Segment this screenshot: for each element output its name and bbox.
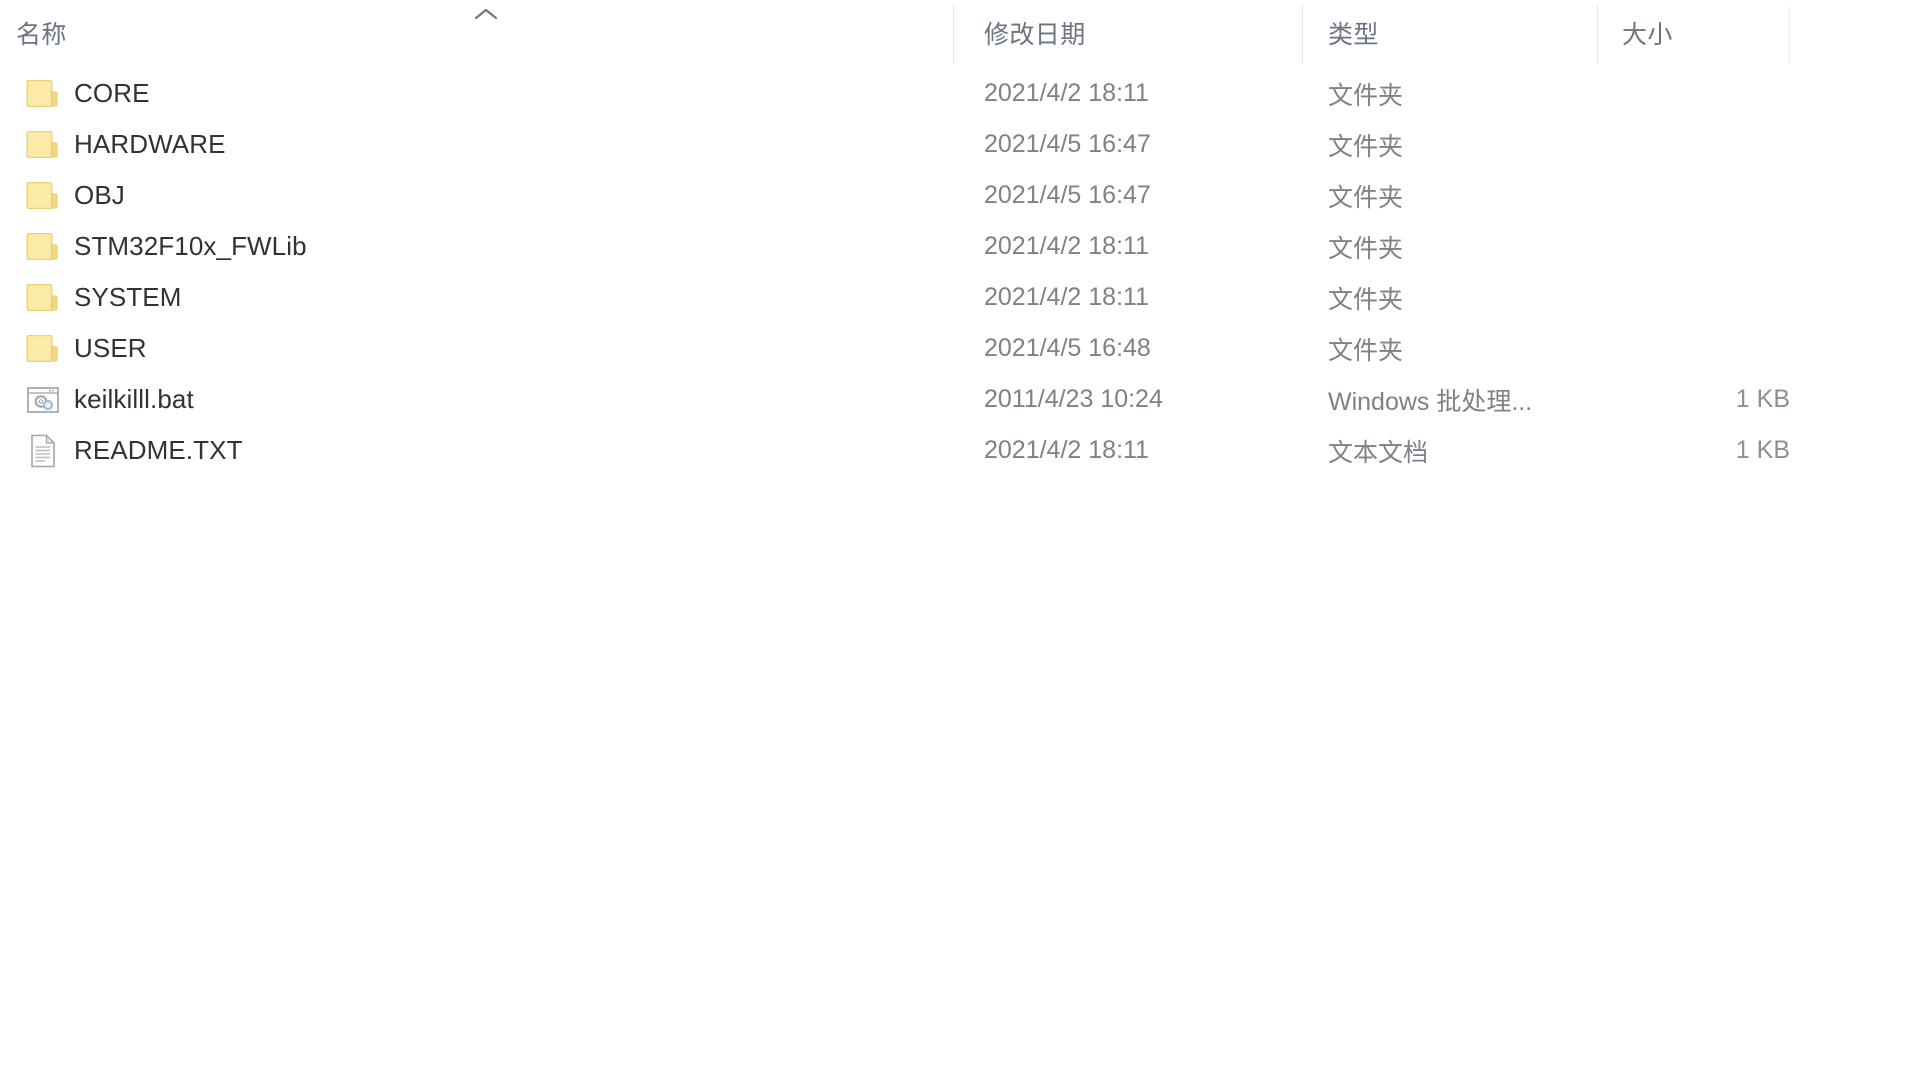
file-date-modified-cell: 2021/4/2 18:11 [984,283,1149,311]
file-row[interactable]: STM32F10x_FWLib 2021/4/2 18:11 文件夹 [0,221,1916,272]
file-name-label: keilkilll.bat [74,384,194,414]
file-size-cell: 1 KB [1735,436,1790,464]
column-header-type[interactable]: 类型 [1328,0,1578,65]
file-size-cell [1600,119,1790,170]
folder-icon [24,126,62,164]
file-row[interactable]: USER 2021/4/5 16:48 文件夹 [0,323,1916,374]
file-row[interactable]: README.TXT 2021/4/2 18:11 文本文档 1 KB [0,425,1916,476]
file-type-cell: 文件夹 [1328,81,1404,110]
file-row[interactable]: keilkilll.bat 2011/4/23 10:24 Windows 批处理.… [0,374,1916,425]
file-size-cell [1600,68,1790,119]
column-header-name-label: 名称 [16,20,67,49]
file-explorer-details-view: 名称 修改日期 类型 大小 CORE 2021/4/2 18:11 文件夹 HARDW… [0,0,1916,1080]
file-row[interactable]: OBJ 2021/4/5 16:47 文件夹 [0,170,1916,221]
file-date-modified-cell: 2021/4/5 16:47 [984,130,1151,158]
file-name-cell[interactable]: USER [24,323,934,374]
file-name-cell[interactable]: CORE [24,68,934,119]
file-name-label: CORE [74,78,150,108]
file-size-cell [1600,170,1790,221]
column-header-type-label: 类型 [1328,20,1379,49]
file-date-modified-cell: 2021/4/5 16:47 [984,181,1151,209]
file-list: CORE 2021/4/2 18:11 文件夹 HARDWARE 2021/4/5 16… [0,68,1916,476]
file-name-label: README.TXT [74,435,243,465]
file-name-cell[interactable]: README.TXT [24,425,934,476]
folder-icon [24,330,62,368]
file-type-cell: 文件夹 [1328,336,1404,365]
file-type-cell: 文本文档 [1328,438,1429,467]
column-header-date-modified-label: 修改日期 [984,20,1086,49]
file-name-cell[interactable]: SYSTEM [24,272,934,323]
file-type-cell: 文件夹 [1328,285,1404,314]
column-divider-1[interactable] [953,5,954,63]
file-size-cell [1600,323,1790,374]
file-date-modified-cell: 2021/4/2 18:11 [984,436,1149,464]
folder-icon [24,177,62,215]
file-type-cell: 文件夹 [1328,183,1404,212]
file-size-cell: 1 KB [1735,385,1790,413]
column-divider-2[interactable] [1302,5,1303,63]
file-name-cell[interactable]: keilkilll.bat [24,374,934,425]
file-name-label: OBJ [74,180,125,210]
folder-icon [24,75,62,113]
file-name-label: SYSTEM [74,282,182,312]
file-name-label: USER [74,333,147,363]
column-header-size-label: 大小 [1622,20,1673,49]
column-header-row: 名称 修改日期 类型 大小 [0,0,1916,65]
file-date-modified-cell: 2021/4/2 18:11 [984,79,1149,107]
file-row[interactable]: CORE 2021/4/2 18:11 文件夹 [0,68,1916,119]
column-header-size[interactable]: 大小 [1622,0,1772,65]
chevron-up-icon [471,2,501,26]
text-document-icon [24,432,62,470]
column-divider-3[interactable] [1597,5,1598,63]
file-row[interactable]: HARDWARE 2021/4/5 16:47 文件夹 [0,119,1916,170]
file-name-cell[interactable]: OBJ [24,170,934,221]
file-name-label: HARDWARE [74,129,226,159]
file-type-cell: 文件夹 [1328,234,1404,263]
file-size-cell [1600,272,1790,323]
column-divider-4[interactable] [1789,5,1790,63]
folder-icon [24,228,62,266]
file-type-cell: Windows 批处理... [1328,387,1533,416]
file-name-cell[interactable]: STM32F10x_FWLib [24,221,934,272]
file-date-modified-cell: 2021/4/2 18:11 [984,232,1149,260]
column-header-date-modified[interactable]: 修改日期 [984,0,1284,65]
file-date-modified-cell: 2011/4/23 10:24 [984,385,1163,413]
file-date-modified-cell: 2021/4/5 16:48 [984,334,1151,362]
batch-file-icon [24,381,62,419]
folder-icon [24,279,62,317]
file-name-cell[interactable]: HARDWARE [24,119,934,170]
file-type-cell: 文件夹 [1328,132,1404,161]
file-row[interactable]: SYSTEM 2021/4/2 18:11 文件夹 [0,272,1916,323]
file-name-label: STM32F10x_FWLib [74,231,307,261]
file-size-cell [1600,221,1790,272]
